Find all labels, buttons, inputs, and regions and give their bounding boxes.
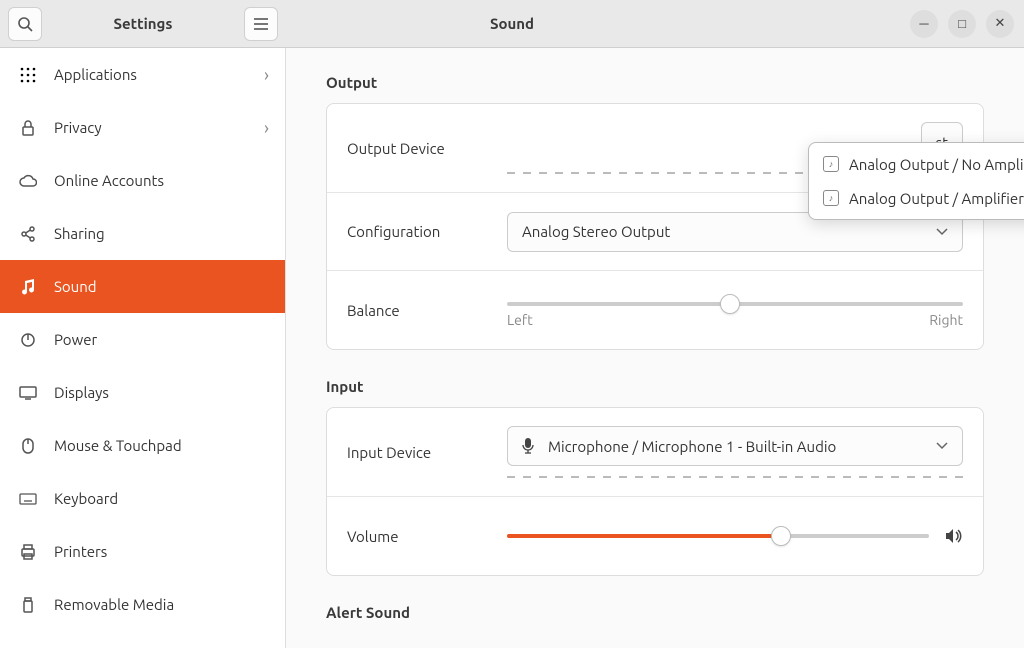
sidebar-item-applications[interactable]: Applications › [0, 48, 285, 101]
search-icon [17, 16, 33, 32]
chevron-right-icon: › [264, 118, 269, 138]
volume-slider-thumb[interactable] [771, 526, 791, 546]
sidebar-item-sound[interactable]: Sound [0, 260, 285, 313]
balance-slider-thumb[interactable] [720, 294, 740, 314]
speaker-icon[interactable] [945, 528, 963, 544]
power-icon [18, 332, 38, 348]
sidebar-item-online-accounts[interactable]: Online Accounts [0, 154, 285, 207]
chevron-right-icon: › [264, 65, 269, 85]
lock-icon [18, 120, 38, 136]
audio-card-icon: ♪ [823, 190, 839, 206]
titlebar: Settings Sound ─ □ ✕ [0, 0, 1024, 48]
alert-section-title: Alert Sound [326, 604, 984, 621]
keyboard-icon [18, 493, 38, 505]
microphone-icon [522, 438, 534, 454]
sidebar-item-label: Power [54, 331, 97, 348]
sidebar: Applications › Privacy › Online Accounts Shar… [0, 48, 286, 648]
cloud-icon [18, 174, 38, 188]
minimize-button[interactable]: ─ [910, 10, 938, 38]
minimize-icon: ─ [919, 16, 928, 31]
sidebar-item-label: Keyboard [54, 490, 118, 507]
search-button[interactable] [8, 7, 42, 41]
sidebar-item-label: Privacy [54, 119, 102, 136]
volume-slider[interactable] [507, 534, 929, 538]
mouse-icon [18, 438, 38, 454]
dropdown-item-label: Analog Output / Amplifier - Built-in Aud… [849, 190, 1024, 207]
output-card: Output Device st Configuration Analog St… [326, 103, 984, 350]
close-icon: ✕ [995, 16, 1006, 31]
sidebar-item-label: Online Accounts [54, 172, 164, 189]
hamburger-icon [254, 18, 268, 30]
sidebar-item-power[interactable]: Power [0, 313, 285, 366]
dropdown-item-label: Analog Output / No Amplifier - Built-in … [849, 156, 1024, 173]
sidebar-item-label: Displays [54, 384, 109, 401]
chevron-down-icon [936, 228, 948, 236]
printer-icon [18, 544, 38, 560]
chevron-down-icon [936, 442, 948, 450]
input-device-label: Input Device [347, 444, 507, 461]
balance-right-label: Right [929, 312, 963, 328]
sidebar-item-label: Removable Media [54, 596, 174, 613]
sidebar-item-mouse-touchpad[interactable]: Mouse & Touchpad [0, 419, 285, 472]
output-device-label: Output Device [347, 140, 507, 157]
output-device-dropdown: ♪ Analog Output / No Amplifier - Built-in… [808, 142, 1024, 220]
settings-title: Settings [48, 15, 238, 32]
balance-slider[interactable] [507, 302, 963, 306]
sidebar-item-keyboard[interactable]: Keyboard [0, 472, 285, 525]
sidebar-item-label: Applications [54, 66, 137, 83]
sidebar-item-label: Sound [54, 278, 97, 295]
display-icon [18, 386, 38, 400]
input-device-select[interactable]: Microphone / Microphone 1 - Built-in Aud… [507, 426, 963, 466]
grid-icon [18, 67, 38, 83]
share-icon [18, 226, 38, 242]
hamburger-button[interactable] [244, 7, 278, 41]
sidebar-item-label: Sharing [54, 225, 105, 242]
input-level-meter [507, 476, 963, 478]
page-title: Sound [490, 15, 534, 32]
maximize-button[interactable]: □ [948, 10, 976, 38]
configuration-label: Configuration [347, 223, 507, 240]
balance-label: Balance [347, 302, 507, 319]
sidebar-item-privacy[interactable]: Privacy › [0, 101, 285, 154]
dropdown-item[interactable]: ♪ Analog Output / Amplifier - Built-in Au… [813, 181, 1024, 215]
volume-label: Volume [347, 528, 507, 545]
input-device-value: Microphone / Microphone 1 - Built-in Aud… [548, 438, 836, 455]
dropdown-item[interactable]: ♪ Analog Output / No Amplifier - Built-in… [813, 147, 1024, 181]
maximize-icon: □ [958, 16, 966, 31]
close-button[interactable]: ✕ [986, 10, 1014, 38]
input-card: Input Device Microphone / Microphone 1 -… [326, 407, 984, 576]
input-section-title: Input [326, 378, 984, 395]
music-icon [18, 279, 38, 295]
sidebar-item-displays[interactable]: Displays [0, 366, 285, 419]
sidebar-item-printers[interactable]: Printers [0, 525, 285, 578]
sidebar-item-label: Printers [54, 543, 107, 560]
audio-card-icon: ♪ [823, 156, 839, 172]
sidebar-item-removable-media[interactable]: Removable Media [0, 578, 285, 631]
configuration-value: Analog Stereo Output [522, 223, 670, 240]
output-section-title: Output [326, 74, 984, 91]
content: Output Output Device st Configuration [286, 48, 1024, 648]
balance-left-label: Left [507, 312, 533, 328]
sidebar-item-label: Mouse & Touchpad [54, 437, 182, 454]
usb-icon [18, 597, 38, 613]
sidebar-item-sharing[interactable]: Sharing [0, 207, 285, 260]
